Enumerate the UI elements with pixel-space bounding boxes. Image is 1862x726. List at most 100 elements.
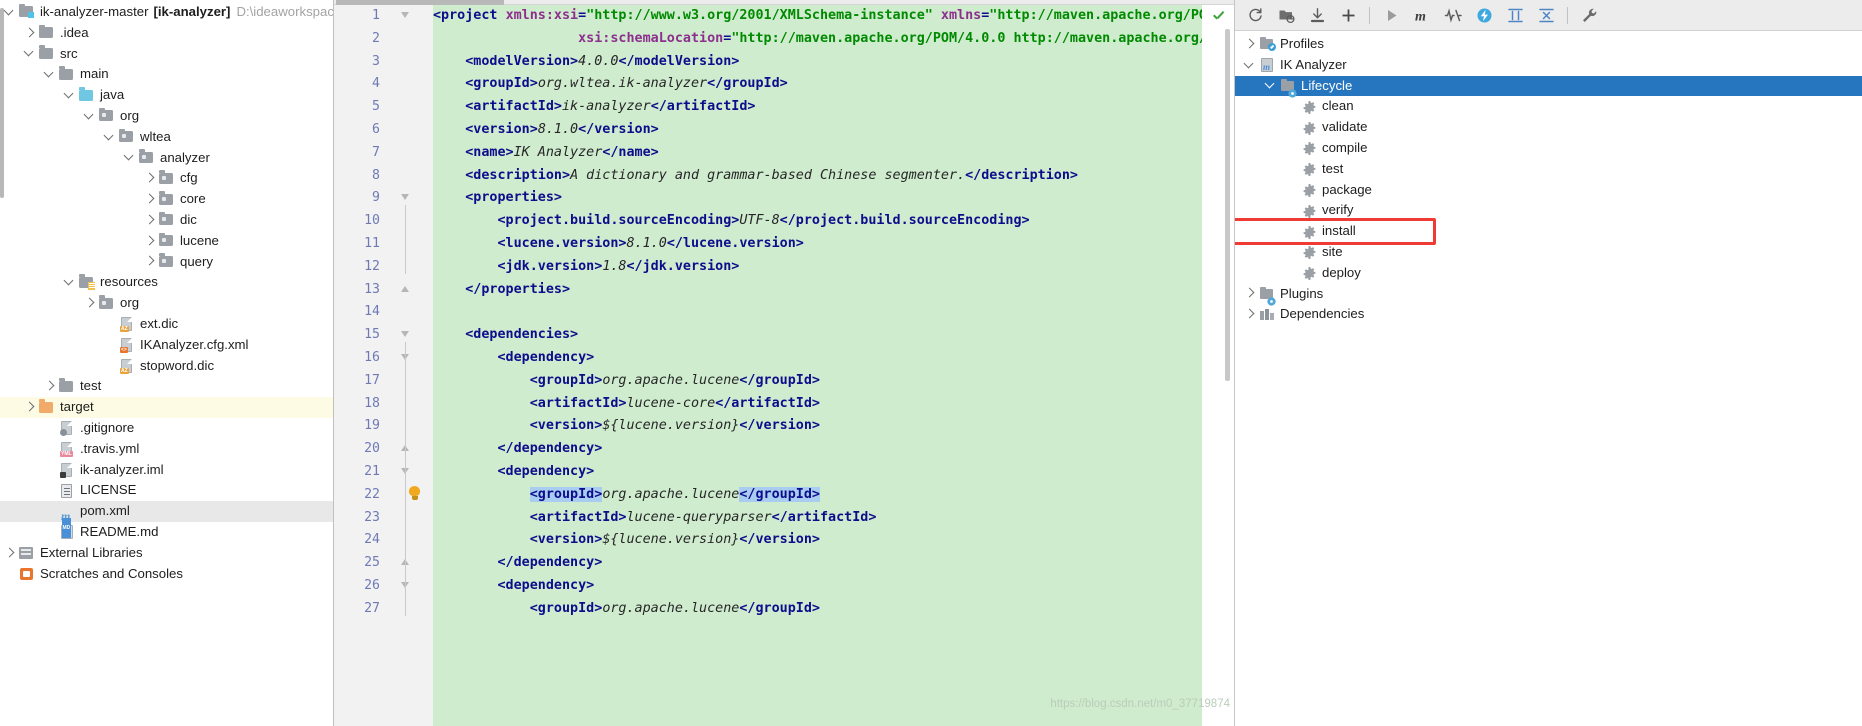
code-line[interactable]: <groupId>org.wltea.ik-analyzer</groupId> — [433, 73, 1202, 96]
toggle-offline-mode-icon[interactable] — [1469, 2, 1499, 29]
code-line[interactable]: <artifactId>lucene-core</artifactId> — [433, 393, 1202, 416]
chevron-down-icon[interactable] — [24, 48, 35, 59]
maven-tree-item-compile[interactable]: compile — [1235, 138, 1862, 159]
show-dependencies-icon[interactable] — [1500, 2, 1530, 29]
code-line[interactable]: <project xmlns:xsi="http://www.w3.org/20… — [433, 5, 1202, 28]
tree-item-ext-dic[interactable]: AZ ext.dic — [0, 314, 333, 335]
code-line[interactable] — [433, 301, 1202, 324]
code-line[interactable]: </properties> — [433, 279, 1202, 302]
tree-root-row[interactable]: ik-analyzer-master [ik-analyzer] D:\idea… — [0, 2, 333, 23]
intention-bulb-icon[interactable] — [408, 486, 421, 500]
chevron-right-icon[interactable] — [24, 402, 35, 413]
tree-item-src[interactable]: src — [0, 44, 333, 65]
download-sources-icon[interactable] — [1302, 2, 1332, 29]
tree-item-travis-yml[interactable]: YML .travis.yml — [0, 439, 333, 460]
code-line[interactable]: <name>IK Analyzer</name> — [433, 142, 1202, 165]
chevron-right-icon[interactable] — [44, 381, 55, 392]
tree-item-cfg[interactable]: cfg — [0, 168, 333, 189]
chevron-down-icon[interactable] — [4, 7, 15, 18]
code-line[interactable]: <artifactId>ik-analyzer</artifactId> — [433, 96, 1202, 119]
tree-item-lucene[interactable]: lucene — [0, 231, 333, 252]
chevron-right-icon[interactable] — [1243, 287, 1256, 300]
maven-tree-item-clean[interactable]: clean — [1235, 96, 1862, 117]
inspection-ok-icon[interactable] — [1212, 11, 1225, 24]
maven-tree-item-lifecycle[interactable]: Lifecycle — [1235, 75, 1862, 98]
code-line[interactable]: </dependency> — [433, 438, 1202, 461]
chevron-right-icon[interactable] — [1243, 38, 1256, 51]
maven-tree-item-install[interactable]: install — [1235, 221, 1862, 242]
code-line[interactable]: <modelVersion>4.0.0</modelVersion> — [433, 51, 1202, 74]
tree-item-ikanalyzer-cfg-xml[interactable]: <> IKAnalyzer.cfg.xml — [0, 335, 333, 356]
tree-item-idea[interactable]: .idea — [0, 23, 333, 44]
chevron-down-icon[interactable] — [84, 111, 95, 122]
maven-tree-item-deploy[interactable]: deploy — [1235, 263, 1862, 284]
code-line[interactable]: <groupId>org.apache.lucene</groupId> — [433, 484, 1202, 507]
tree-item-license[interactable]: LICENSE — [0, 480, 333, 501]
chevron-down-icon[interactable] — [1264, 79, 1277, 92]
code-line[interactable]: xsi:schemaLocation="http://maven.apache.… — [433, 28, 1202, 51]
maven-tree-item-profiles[interactable]: Profiles — [1235, 34, 1862, 55]
code-line[interactable]: <version>${lucene.version}</version> — [433, 415, 1202, 438]
code-line[interactable]: <lucene.version>8.1.0</lucene.version> — [433, 233, 1202, 256]
toggle-skip-tests-icon[interactable] — [1438, 2, 1468, 29]
editor-code-area[interactable]: <project xmlns:xsi="http://www.w3.org/20… — [433, 5, 1202, 726]
tree-item-java[interactable]: java — [0, 85, 333, 106]
code-line[interactable]: <dependency> — [433, 575, 1202, 598]
tree-item-analyzer[interactable]: analyzer — [0, 148, 333, 169]
code-line[interactable]: <dependency> — [433, 461, 1202, 484]
code-line[interactable]: <project.build.sourceEncoding>UTF-8</pro… — [433, 210, 1202, 233]
code-line[interactable]: <jdk.version>1.8</jdk.version> — [433, 256, 1202, 279]
tree-item-target[interactable]: target — [0, 397, 333, 418]
code-line[interactable]: <version>8.1.0</version> — [433, 119, 1202, 142]
code-line[interactable]: <groupId>org.apache.lucene</groupId> — [433, 598, 1202, 621]
collapse-all-icon[interactable] — [1531, 2, 1561, 29]
tree-item-test[interactable]: test — [0, 376, 333, 397]
chevron-right-icon[interactable] — [144, 194, 155, 205]
editor-fold-gutter[interactable] — [390, 5, 433, 726]
chevron-right-icon[interactable] — [84, 298, 95, 309]
chevron-right-icon[interactable] — [144, 173, 155, 184]
add-maven-project-icon[interactable] — [1333, 2, 1363, 29]
tree-item-pom-xml[interactable]: m pom.xml — [0, 501, 333, 523]
chevron-down-icon[interactable] — [104, 132, 115, 143]
tree-item-readme-md[interactable]: README.md — [0, 517, 333, 543]
tree-item-org[interactable]: org — [0, 293, 333, 314]
tree-item-main[interactable]: main — [0, 64, 333, 85]
maven-tree-item-site[interactable]: site — [1235, 242, 1862, 263]
code-line[interactable]: <dependencies> — [433, 324, 1202, 347]
tree-item-query[interactable]: query — [0, 252, 333, 273]
code-line[interactable]: <artifactId>lucene-queryparser</artifact… — [433, 507, 1202, 530]
generate-sources-icon[interactable] — [1271, 2, 1301, 29]
tree-item-stopword-dic[interactable]: AZ stopword.dic — [0, 356, 333, 377]
maven-tree-item-verify[interactable]: verify — [1235, 200, 1862, 221]
tree-item-external-libraries[interactable]: External Libraries — [0, 543, 333, 564]
maven-tree-item-ik-analyzer[interactable]: IK Analyzer — [1235, 55, 1862, 76]
chevron-right-icon[interactable] — [1243, 308, 1256, 321]
fold-collapse-icon[interactable] — [401, 12, 410, 21]
fold-collapse-icon[interactable] — [401, 194, 410, 203]
chevron-down-icon[interactable] — [64, 90, 75, 101]
tree-item-resources[interactable]: resources — [0, 272, 333, 293]
maven-tree-item-validate[interactable]: validate — [1235, 117, 1862, 138]
code-line[interactable]: <groupId>org.apache.lucene</groupId> — [433, 370, 1202, 393]
chevron-right-icon[interactable] — [144, 256, 155, 267]
fold-expand-icon[interactable] — [401, 285, 410, 295]
chevron-down-icon[interactable] — [44, 69, 55, 80]
execute-maven-goal-icon[interactable]: m — [1407, 2, 1437, 29]
chevron-right-icon[interactable] — [144, 236, 155, 247]
tree-item-core[interactable]: core — [0, 189, 333, 210]
code-line[interactable]: <dependency> — [433, 347, 1202, 370]
chevron-down-icon[interactable] — [124, 152, 135, 163]
reload-all-maven-projects-icon[interactable] — [1240, 2, 1270, 29]
code-line[interactable]: <properties> — [433, 187, 1202, 210]
editor-vertical-scrollbar[interactable] — [1225, 29, 1230, 381]
chevron-down-icon[interactable] — [64, 277, 75, 288]
maven-tree-item-package[interactable]: package — [1235, 180, 1862, 201]
tree-item-org[interactable]: org — [0, 106, 333, 127]
tree-item-dic[interactable]: dic — [0, 210, 333, 231]
chevron-right-icon[interactable] — [24, 28, 35, 39]
tree-item-scratches-and-consoles[interactable]: Scratches and Consoles — [0, 564, 333, 585]
fold-collapse-icon[interactable] — [401, 331, 410, 340]
chevron-right-icon[interactable] — [144, 215, 155, 226]
code-line[interactable]: </dependency> — [433, 552, 1202, 575]
